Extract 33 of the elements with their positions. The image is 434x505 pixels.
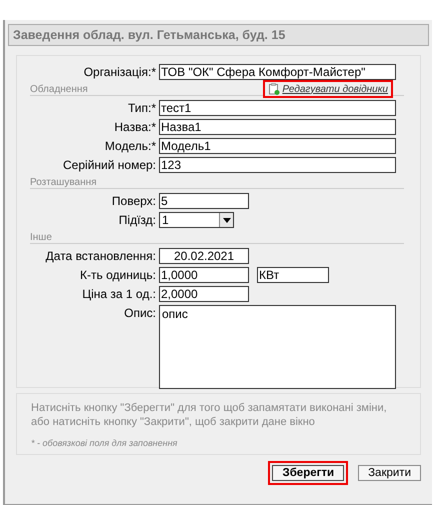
required-note: * - обовязкові поля для заповнення — [31, 438, 178, 448]
save-button[interactable]: Зберегти — [268, 461, 348, 485]
field-label: Поверх: — [110, 193, 157, 209]
unit-field[interactable]: КВт — [257, 267, 329, 283]
field-label: Підїзд: — [118, 212, 157, 228]
date-field[interactable]: 20.02.2021 — [159, 248, 249, 264]
hint-text: Натисніть кнопку "Зберегти" для того щоб запамятати виконані зміни, або натисніть кнопку "Закрити", щоб закрити дане вікно — [31, 401, 388, 429]
window-title: Заведення облад. вул. Гетьманська, буд. 15 — [8, 24, 429, 46]
field-label: Назва:* — [113, 119, 157, 135]
field-label: Тип:* — [126, 100, 157, 116]
description-field[interactable]: опис — [159, 305, 396, 389]
field-label: Ціна за 1 од.: — [81, 286, 157, 302]
edit-references-link[interactable]: Редагувати довідники — [265, 82, 391, 96]
entrance-dropdown[interactable]: 1 — [159, 212, 234, 228]
section-heading: Інше — [30, 232, 52, 242]
section-heading: Обладнення — [30, 84, 88, 94]
field-label: К-ть одиниць: — [79, 267, 157, 283]
input-field[interactable]: тест1 — [159, 100, 396, 116]
input-field[interactable]: Модель1 — [159, 138, 396, 154]
input-field[interactable]: ТОВ "ОК" Сфера Комфорт-Майстер" — [159, 64, 396, 80]
field-label: Серійний номер: — [62, 157, 157, 173]
input-field[interactable]: 2,0000 — [159, 286, 249, 302]
field-label: Опис: — [123, 305, 157, 321]
field-label: Організація:* — [82, 64, 157, 80]
input-field[interactable]: 5 — [159, 193, 249, 209]
field-label: Модель:* — [104, 138, 157, 154]
field-label: Дата встановлення: — [44, 248, 157, 264]
dropdown-arrow-icon — [222, 218, 230, 222]
input-field[interactable]: 1,0000 — [159, 267, 249, 283]
input-field[interactable]: Назва1 — [159, 119, 396, 135]
section-heading: Розташування — [30, 176, 97, 188]
input-field[interactable]: 123 — [159, 157, 396, 173]
document-add-icon — [268, 83, 280, 95]
